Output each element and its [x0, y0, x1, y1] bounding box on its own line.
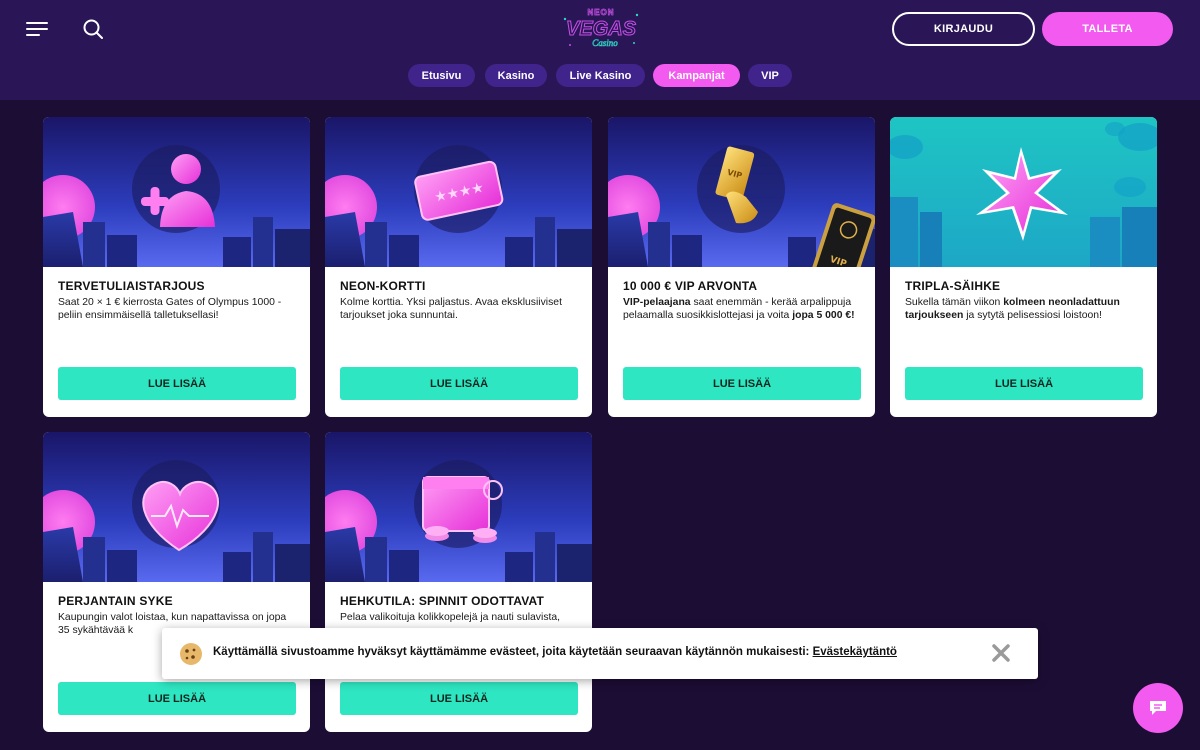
description-segment: Pelaa valikoituja kolikkopelejä ja nauti… — [340, 612, 561, 623]
chat-button[interactable] — [1133, 683, 1183, 733]
nav-kasino[interactable]: Kasino — [485, 64, 547, 87]
promo-card-spins-waiting: HEHKUTILA: SPINNIT ODOTTAVAT Pelaa valik… — [325, 432, 592, 732]
promo-card-image — [325, 432, 592, 582]
main-nav: Etusivu Kasino Live Kasino Kampanjat VIP — [0, 64, 1200, 87]
promo-card-title: 10 000 € VIP ARVONTA — [623, 279, 758, 293]
description-segment: Sukella tämän viikon — [905, 297, 1004, 308]
nav-kampanjat[interactable]: Kampanjat — [653, 64, 740, 87]
promo-card-title: HEHKUTILA: SPINNIT ODOTTAVAT — [340, 594, 545, 608]
read-more-button[interactable]: LUE LISÄÄ — [340, 367, 578, 400]
cookie-message: Käyttämällä sivustoamme hyväksyt käyttäm… — [213, 646, 897, 658]
promo-card-description: Pelaa valikoituja kolikkopelejä ja nauti… — [340, 612, 580, 625]
svg-text:VEGAS: VEGAS — [566, 18, 637, 40]
promo-card-description: Kolme korttia. Yksi paljastus. Avaa eksk… — [340, 297, 580, 322]
promo-card-triple-sparkle: TRIPLA-SÄIHKE Sukella tämän viikon kolme… — [890, 117, 1157, 417]
promo-card-title: TRIPLA-SÄIHKE — [905, 279, 1001, 293]
promo-card-image — [43, 117, 310, 267]
close-icon[interactable] — [992, 644, 1010, 662]
promo-card-image — [890, 117, 1157, 267]
read-more-button[interactable]: LUE LISÄÄ — [58, 682, 296, 715]
promo-card-title: TERVETULIAISTARJOUS — [58, 279, 205, 293]
promo-card-welcome: TERVETULIAISTARJOUS Saat 20 × 1 € kierro… — [43, 117, 310, 417]
description-segment: Saat 20 × 1 € kierrosta Gates of Olympus… — [58, 297, 282, 321]
neon-vegas-logo[interactable]: NEON VEGAS Casino — [560, 5, 642, 51]
nav-live-kasino[interactable]: Live Kasino — [556, 64, 645, 87]
description-segment: VIP-pelaajana — [623, 297, 691, 308]
promo-card-image: ★★★★ — [325, 117, 592, 267]
cookie-icon — [180, 643, 202, 665]
promo-card-neon-card: ★★★★ NEON-KORTTI Kolme korttia. Yksi pal… — [325, 117, 592, 417]
read-more-button[interactable]: LUE LISÄÄ — [623, 367, 861, 400]
svg-text:Casino: Casino — [592, 38, 618, 48]
cookie-banner: Käyttämällä sivustoamme hyväksyt käyttäm… — [162, 628, 1038, 679]
read-more-button[interactable]: LUE LISÄÄ — [58, 367, 296, 400]
read-more-button[interactable]: LUE LISÄÄ — [340, 682, 578, 715]
promo-card-image — [43, 432, 310, 582]
promo-card-vip-raffle: VIP VIP 10 000 € VIP ARVONTA VIP-pelaaja… — [608, 117, 875, 417]
promo-card-title: PERJANTAIN SYKE — [58, 594, 173, 608]
promo-card-description: Saat 20 × 1 € kierrosta Gates of Olympus… — [58, 297, 298, 322]
nav-vip[interactable]: VIP — [748, 64, 792, 87]
nav-etusivu[interactable]: Etusivu — [408, 64, 475, 87]
hamburger-menu-icon[interactable] — [26, 20, 48, 38]
promo-card-title: NEON-KORTTI — [340, 279, 426, 293]
promo-card-friday-pulse: PERJANTAIN SYKE Kaupungin valot loistaa,… — [43, 432, 310, 732]
promo-card-description: Sukella tämän viikon kolmeen neonladattu… — [905, 297, 1145, 322]
cookie-policy-link[interactable]: Evästekäytäntö — [813, 646, 897, 658]
description-segment: ja sytytä pelisessiosi loistoon! — [963, 309, 1102, 321]
promo-card-image: VIP VIP — [608, 117, 875, 267]
description-segment: jopa 5 000 €! — [792, 309, 855, 321]
chat-icon — [1150, 701, 1166, 715]
description-segment: Kolme korttia. Yksi paljastus. Avaa eksk… — [340, 297, 562, 321]
read-more-button[interactable]: LUE LISÄÄ — [905, 367, 1143, 400]
deposit-button[interactable]: TALLETA — [1042, 12, 1173, 46]
site-header: NEON VEGAS Casino KIRJAUDU TALLETA Etusi… — [0, 0, 1200, 100]
search-icon[interactable] — [82, 18, 104, 40]
promo-card-description: VIP-pelaajana saat enemmän - kerää arpal… — [623, 297, 863, 322]
svg-text:NEON: NEON — [587, 8, 614, 17]
login-button[interactable]: KIRJAUDU — [892, 12, 1035, 46]
